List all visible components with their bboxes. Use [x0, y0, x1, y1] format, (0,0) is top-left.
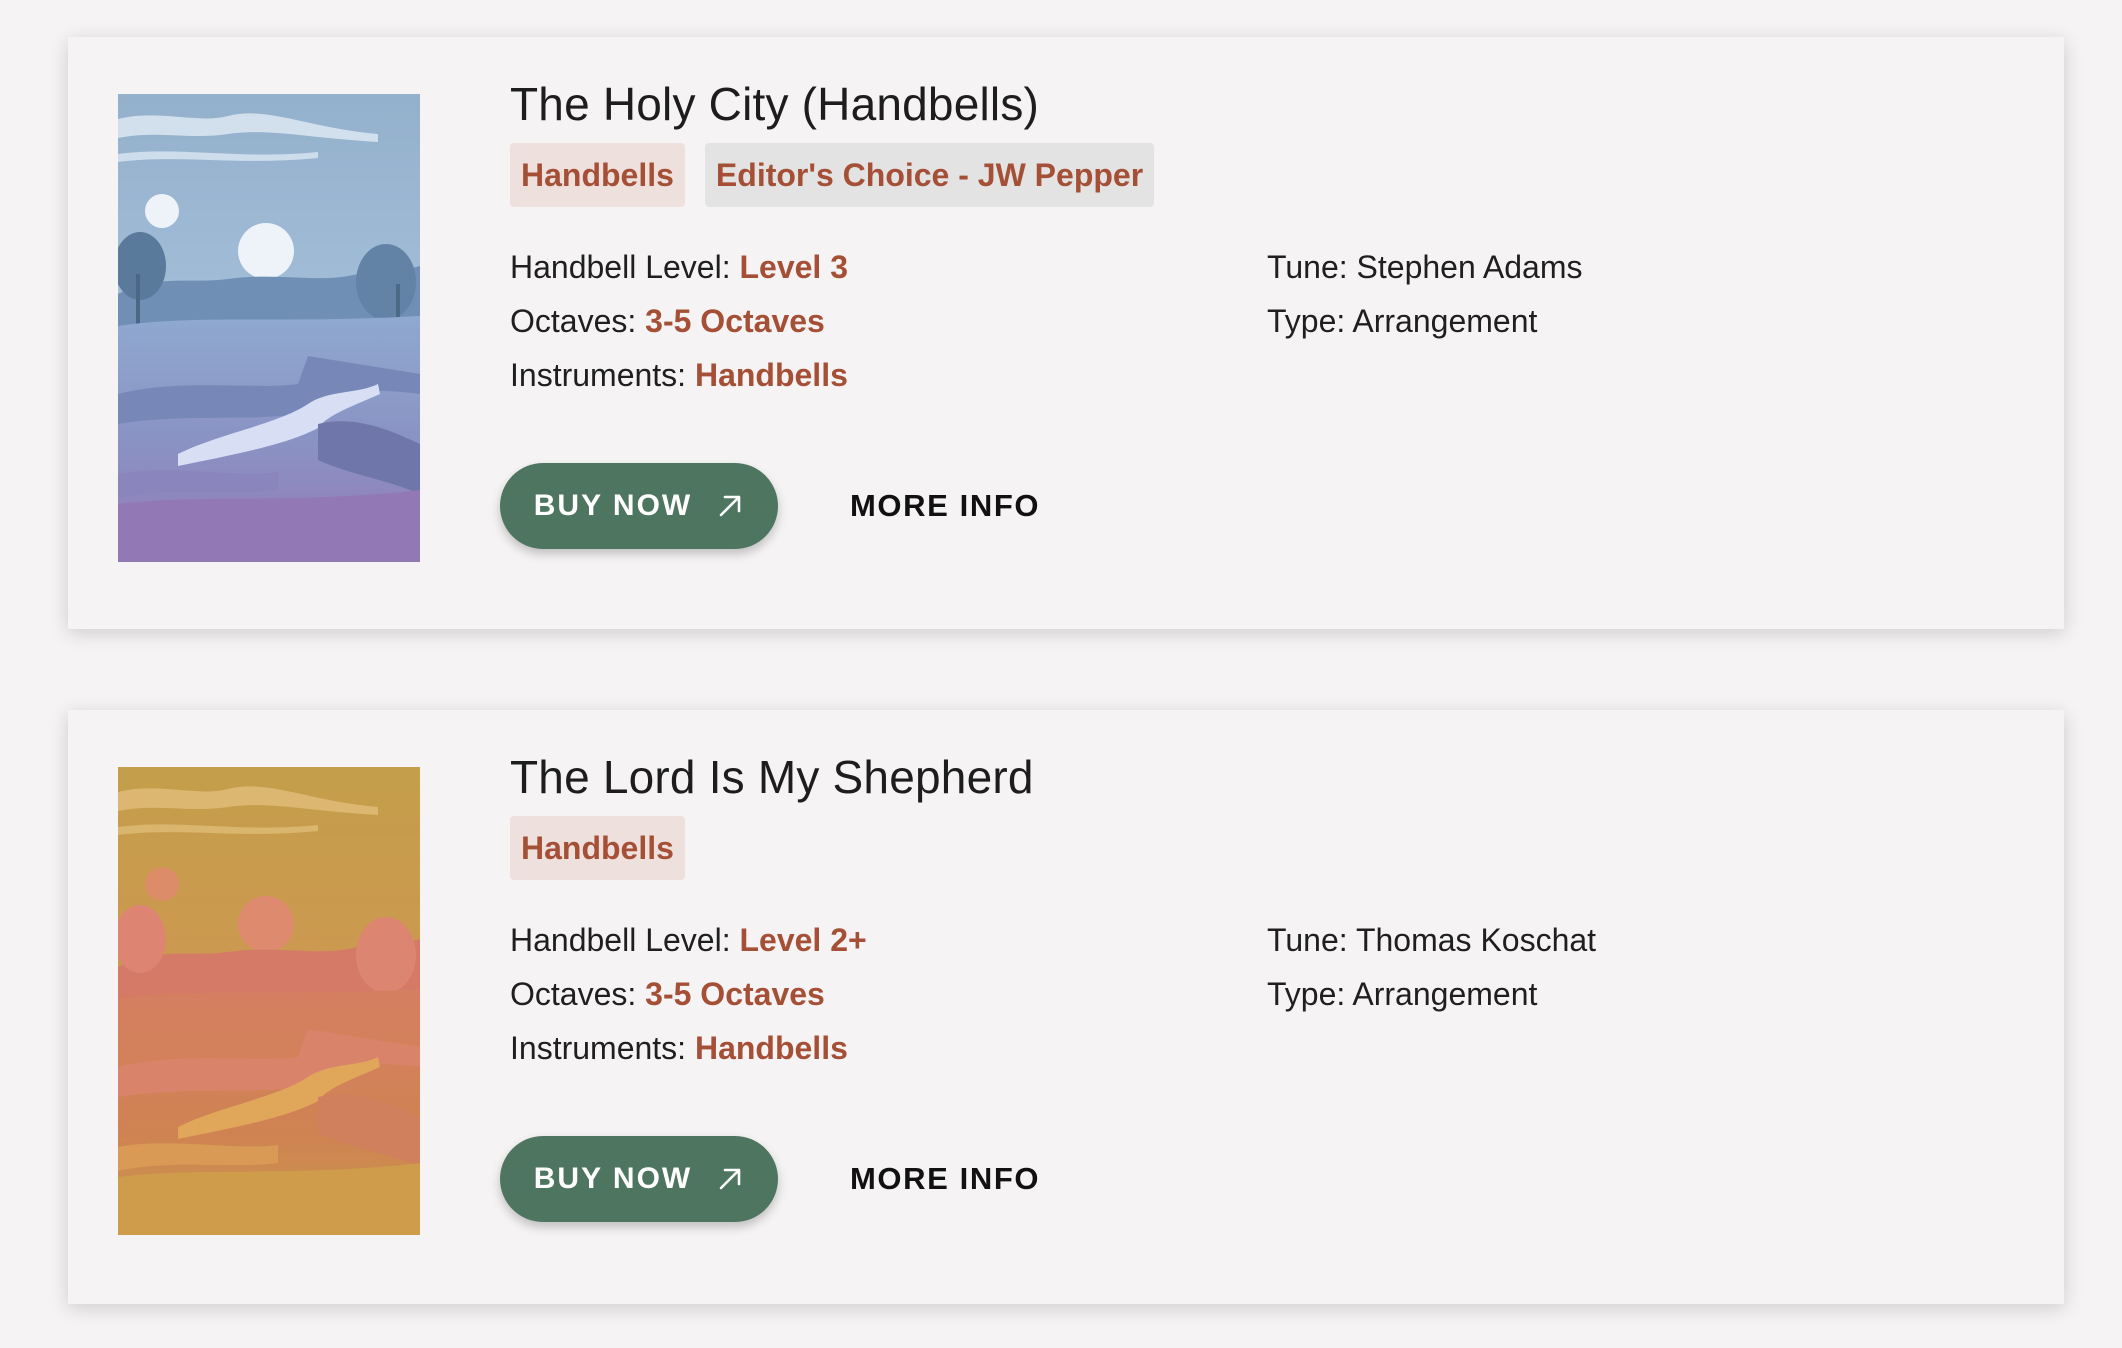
buy-now-button[interactable]: BUY NOW — [500, 463, 778, 549]
details-right: Tune: Thomas Koschat Type: Arrangement — [1267, 913, 1596, 1021]
detail-label: Octaves: — [510, 303, 646, 339]
tag-list: Handbells — [510, 816, 685, 880]
detail-label: Type: — [1267, 303, 1353, 339]
details-left: Handbell Level: Level 2+ Octaves: 3-5 Oc… — [510, 913, 867, 1075]
detail-instruments: Instruments: Handbells — [510, 348, 848, 402]
detail-type: Type: Arrangement — [1267, 294, 1582, 348]
product-title[interactable]: The Holy City (Handbells) — [510, 77, 1039, 132]
cover-image[interactable] — [118, 94, 420, 562]
detail-tune: Tune: Thomas Koschat — [1267, 913, 1596, 967]
detail-value-link[interactable]: Level 3 — [739, 249, 848, 285]
detail-value-link[interactable]: 3-5 Octaves — [645, 976, 825, 1012]
detail-label: Tune: — [1267, 922, 1356, 958]
detail-label: Instruments: — [510, 1030, 695, 1066]
detail-type: Type: Arrangement — [1267, 967, 1596, 1021]
cover-image[interactable] — [118, 767, 420, 1235]
product-card: The Holy City (Handbells) Handbells Edit… — [68, 37, 2064, 629]
detail-value-link[interactable]: 3-5 Octaves — [645, 303, 825, 339]
buy-now-label: BUY NOW — [533, 489, 693, 522]
tag-handbells[interactable]: Handbells — [510, 143, 685, 207]
detail-label: Instruments: — [510, 357, 695, 393]
product-title[interactable]: The Lord Is My Shepherd — [510, 750, 1034, 805]
tag-editors-choice[interactable]: Editor's Choice - JW Pepper — [704, 143, 1155, 207]
detail-value-link[interactable]: Handbells — [695, 1030, 848, 1066]
detail-octaves: Octaves: 3-5 Octaves — [510, 967, 867, 1021]
detail-value-link[interactable]: Level 2+ — [739, 922, 866, 958]
detail-handbell-level: Handbell Level: Level 2+ — [510, 913, 867, 967]
detail-octaves: Octaves: 3-5 Octaves — [510, 294, 848, 348]
detail-instruments: Instruments: Handbells — [510, 1021, 867, 1075]
details-right: Tune: Stephen Adams Type: Arrangement — [1267, 240, 1582, 348]
detail-label: Type: — [1267, 976, 1353, 1012]
detail-handbell-level: Handbell Level: Level 3 — [510, 240, 848, 294]
detail-tune: Tune: Stephen Adams — [1267, 240, 1582, 294]
more-info-link[interactable]: MORE INFO — [850, 463, 1040, 549]
more-info-link[interactable]: MORE INFO — [850, 1136, 1040, 1222]
detail-label: Handbell Level: — [510, 249, 740, 285]
detail-value: Thomas Koschat — [1355, 922, 1597, 958]
product-card: The Lord Is My Shepherd Handbells Handbe… — [68, 710, 2064, 1304]
detail-label: Octaves: — [510, 976, 646, 1012]
buy-now-label: BUY NOW — [533, 1162, 693, 1195]
arrow-up-right-icon — [719, 1168, 741, 1190]
detail-label: Handbell Level: — [510, 922, 740, 958]
details-left: Handbell Level: Level 3 Octaves: 3-5 Oct… — [510, 240, 848, 402]
tag-list: Handbells Editor's Choice - JW Pepper — [510, 143, 1155, 207]
detail-value: Arrangement — [1352, 303, 1538, 339]
tag-handbells[interactable]: Handbells — [510, 816, 685, 880]
detail-value: Stephen Adams — [1356, 249, 1583, 285]
buy-now-button[interactable]: BUY NOW — [500, 1136, 778, 1222]
detail-value-link[interactable]: Handbells — [695, 357, 848, 393]
detail-value: Arrangement — [1352, 976, 1538, 1012]
detail-label: Tune: — [1267, 249, 1357, 285]
arrow-up-right-icon — [719, 495, 741, 517]
